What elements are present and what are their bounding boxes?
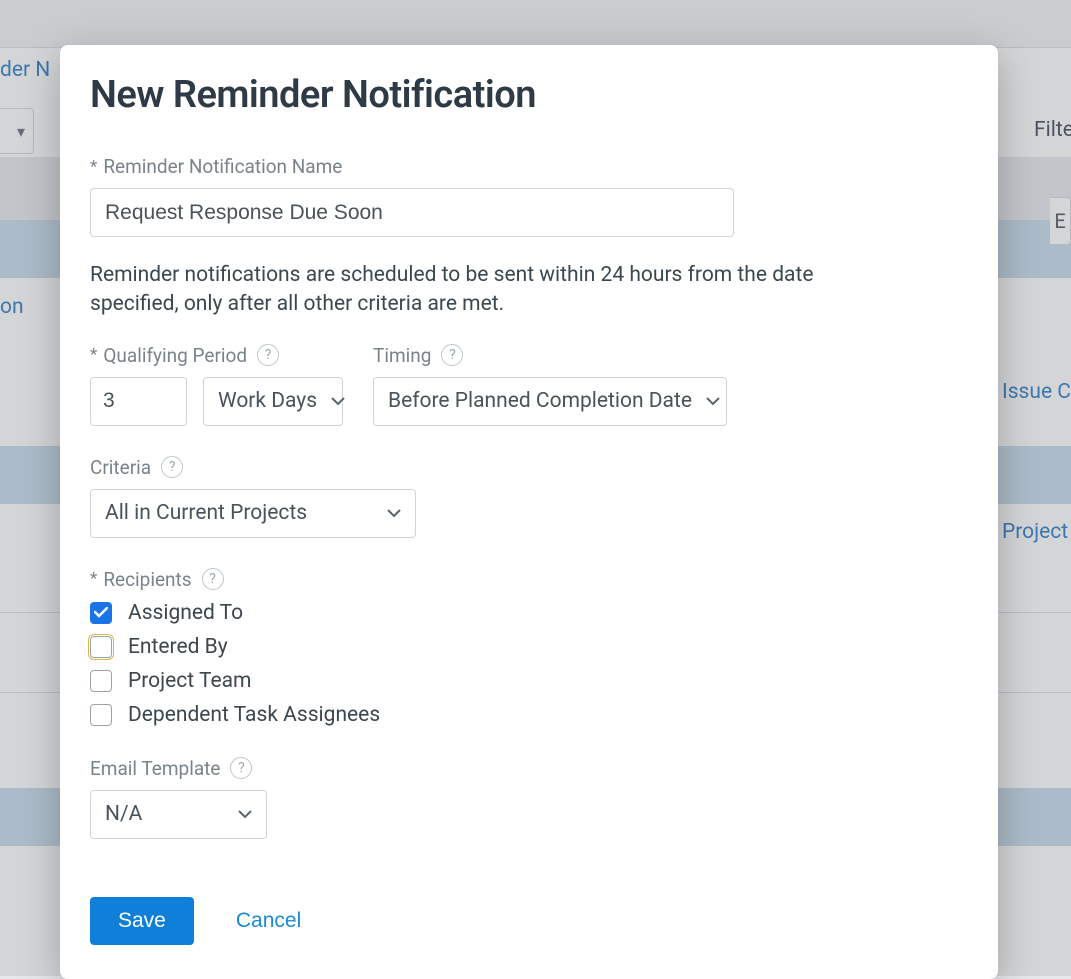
chevron-down-icon [238, 810, 252, 819]
new-reminder-dialog: New Reminder Notification Reminder Notif… [60, 45, 998, 979]
help-icon[interactable]: ? [257, 344, 279, 366]
checkbox-icon[interactable] [90, 602, 112, 624]
timing-label: Timing ? [373, 344, 727, 367]
checkbox-icon[interactable] [90, 670, 112, 692]
help-icon[interactable]: ? [441, 344, 463, 366]
bg-row-link-3: Project [1002, 520, 1068, 544]
checkbox-icon[interactable] [90, 636, 112, 658]
chevron-down-icon [387, 509, 401, 518]
timing-select[interactable]: Before Planned Completion Date [373, 377, 727, 426]
name-input[interactable] [90, 188, 734, 237]
email-template-label: Email Template ? [90, 757, 968, 780]
save-button[interactable]: Save [90, 897, 194, 945]
dialog-title: New Reminder Notification [90, 73, 968, 117]
recipients-list: Assigned To Entered By Project Team Depe… [90, 601, 968, 727]
email-template-select[interactable]: N/A [90, 790, 267, 839]
name-label: Reminder Notification Name [90, 155, 968, 178]
bg-dropdown-caret: ▾ [17, 122, 25, 141]
bg-header-fragment: der N [0, 58, 50, 82]
qualifying-period-input[interactable] [90, 377, 187, 426]
bg-filter-label: Filte [1034, 118, 1071, 142]
chevron-down-icon [706, 397, 720, 406]
bg-toolbar-button: E [1050, 197, 1071, 245]
qualifying-period-label: Qualifying Period ? [90, 344, 343, 367]
help-icon[interactable]: ? [230, 757, 252, 779]
recipient-assigned-to[interactable]: Assigned To [90, 601, 968, 625]
cancel-button[interactable]: Cancel [230, 908, 307, 934]
criteria-label: Criteria ? [90, 456, 968, 479]
bg-row-link-1: on [0, 295, 24, 319]
recipients-label: Recipients ? [90, 568, 968, 591]
recipient-dependent-task-assignees[interactable]: Dependent Task Assignees [90, 703, 968, 727]
checkbox-icon[interactable] [90, 704, 112, 726]
recipient-project-team[interactable]: Project Team [90, 669, 968, 693]
bg-row-link-2: Issue C [1002, 380, 1071, 404]
dialog-description: Reminder notifications are scheduled to … [90, 261, 870, 320]
help-icon[interactable]: ? [161, 456, 183, 478]
help-icon[interactable]: ? [202, 568, 224, 590]
criteria-select[interactable]: All in Current Projects [90, 489, 416, 538]
chevron-down-icon [331, 397, 345, 406]
recipient-entered-by[interactable]: Entered By [90, 635, 968, 659]
qualifying-period-unit-select[interactable]: Work Days [203, 377, 343, 426]
